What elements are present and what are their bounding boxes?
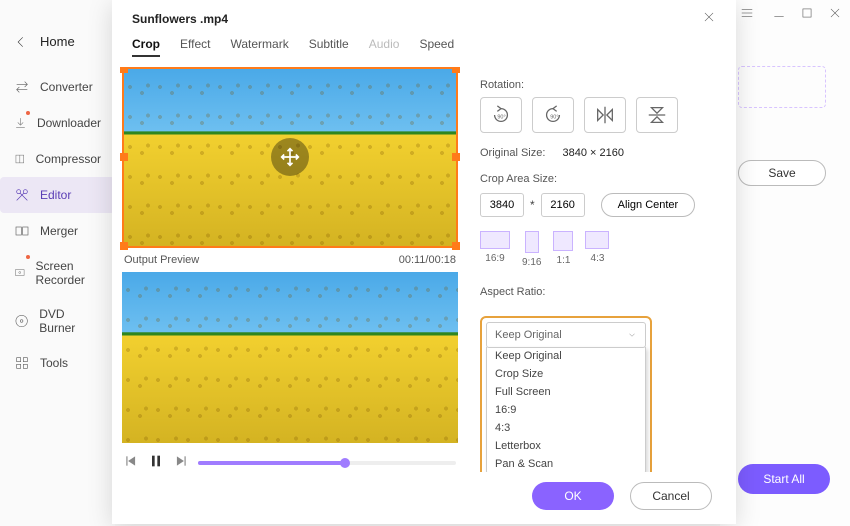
minimize-icon[interactable] — [772, 6, 786, 23]
aspect-option[interactable]: 16:9 — [487, 401, 645, 419]
next-icon[interactable] — [174, 454, 188, 471]
ok-button[interactable]: OK — [532, 482, 614, 510]
sidebar-item-tools[interactable]: Tools — [0, 345, 115, 381]
tab-audio: Audio — [369, 37, 400, 57]
close-icon[interactable] — [702, 10, 716, 27]
tab-effect[interactable]: Effect — [180, 37, 210, 57]
aspect-option[interactable]: Crop Size — [487, 365, 645, 383]
move-icon[interactable] — [271, 138, 309, 176]
crop-handle[interactable] — [452, 153, 460, 161]
flip-horizontal-button[interactable] — [584, 97, 626, 133]
aspect-ratio-value: Keep Original — [495, 329, 562, 341]
chevron-down-icon — [627, 330, 637, 340]
prev-icon[interactable] — [124, 454, 138, 471]
times-symbol: * — [530, 198, 535, 212]
crop-handle[interactable] — [120, 153, 128, 161]
flip-vertical-button[interactable] — [636, 97, 678, 133]
sidebar: Home Converter Downloader Compressor Edi… — [0, 0, 115, 526]
aspect-option[interactable]: 4:3 — [487, 419, 645, 437]
right-pane: Save Start All — [720, 0, 850, 526]
main-close-icon[interactable] — [828, 6, 842, 23]
preset-9-16[interactable]: 9:16 — [522, 231, 541, 268]
sidebar-item-label: Tools — [40, 356, 68, 370]
svg-text:90°: 90° — [550, 115, 558, 121]
preset-1-1[interactable]: 1:1 — [553, 231, 573, 268]
playbar — [122, 443, 458, 472]
sidebar-item-label: Downloader — [37, 116, 101, 130]
rotation-label: Rotation: — [480, 79, 720, 91]
aspect-ratio-select[interactable]: Keep Original — [486, 322, 646, 348]
aspect-ratio-dropdown: Keep Original Crop Size Full Screen 16:9… — [486, 347, 646, 472]
sidebar-item-merger[interactable]: Merger — [0, 213, 115, 249]
sidebar-item-dvd-burner[interactable]: DVD Burner — [0, 297, 115, 345]
modal-title: Sunflowers .mp4 — [132, 12, 228, 26]
crop-handle[interactable] — [452, 67, 460, 73]
svg-text:90°: 90° — [497, 115, 505, 121]
crop-area[interactable] — [122, 67, 458, 248]
output-preview-label: Output Preview — [124, 254, 199, 266]
sidebar-item-converter[interactable]: Converter — [0, 69, 115, 105]
crop-handle[interactable] — [452, 242, 460, 250]
menu-icon[interactable] — [740, 6, 754, 23]
aspect-option[interactable]: Full Screen — [487, 383, 645, 401]
editor-tabs: Crop Effect Watermark Subtitle Audio Spe… — [112, 31, 736, 67]
crop-area-size-label: Crop Area Size: — [480, 173, 720, 185]
crop-width-input[interactable] — [480, 193, 524, 217]
align-center-button[interactable]: Align Center — [601, 193, 696, 217]
aspect-ratio-highlight: Keep Original Keep Original Crop Size Fu… — [480, 316, 652, 472]
original-size-label: Original Size: 3840 × 2160 — [480, 147, 720, 159]
aspect-option[interactable]: Letterbox — [487, 437, 645, 455]
crop-height-input[interactable] — [541, 193, 585, 217]
sidebar-item-screen-recorder[interactable]: Screen Recorder — [0, 249, 115, 297]
original-size-value: 3840 × 2160 — [562, 147, 623, 159]
sidebar-item-label: Screen Recorder — [36, 259, 101, 287]
sidebar-item-label: Merger — [40, 224, 78, 238]
pause-icon[interactable] — [148, 453, 164, 472]
placeholder-card — [738, 66, 826, 108]
tab-speed[interactable]: Speed — [419, 37, 454, 57]
home-nav[interactable]: Home — [0, 28, 115, 69]
sidebar-item-label: DVD Burner — [39, 307, 101, 335]
cancel-button[interactable]: Cancel — [630, 482, 712, 510]
crop-handle[interactable] — [120, 242, 128, 250]
sidebar-item-compressor[interactable]: Compressor — [0, 141, 115, 177]
home-label: Home — [40, 34, 75, 49]
sidebar-item-label: Compressor — [36, 152, 101, 166]
maximize-icon[interactable] — [800, 6, 814, 23]
back-icon — [14, 35, 28, 49]
tab-watermark[interactable]: Watermark — [230, 37, 288, 57]
aspect-option[interactable]: Keep Original — [487, 347, 645, 365]
rotate-right-button[interactable]: 90° — [532, 97, 574, 133]
start-all-button[interactable]: Start All — [738, 464, 830, 494]
aspect-ratio-label: Aspect Ratio: — [480, 286, 720, 298]
sidebar-item-label: Editor — [40, 188, 71, 202]
tab-subtitle[interactable]: Subtitle — [309, 37, 349, 57]
aspect-option[interactable]: Pan & Scan — [487, 455, 645, 472]
save-button[interactable]: Save — [738, 160, 826, 186]
rotate-left-button[interactable]: 90° — [480, 97, 522, 133]
output-preview — [122, 272, 458, 443]
sidebar-item-label: Converter — [40, 80, 93, 94]
progress-slider[interactable] — [198, 461, 456, 465]
playback-time: 00:11/00:18 — [399, 254, 456, 266]
sidebar-item-editor[interactable]: Editor — [0, 177, 115, 213]
sidebar-item-downloader[interactable]: Downloader — [0, 105, 115, 141]
tab-crop[interactable]: Crop — [132, 37, 160, 57]
preset-16-9[interactable]: 16:9 — [480, 231, 510, 268]
editor-modal: Sunflowers .mp4 Crop Effect Watermark Su… — [112, 0, 736, 524]
crop-handle[interactable] — [120, 67, 128, 73]
preset-4-3[interactable]: 4:3 — [585, 231, 609, 268]
